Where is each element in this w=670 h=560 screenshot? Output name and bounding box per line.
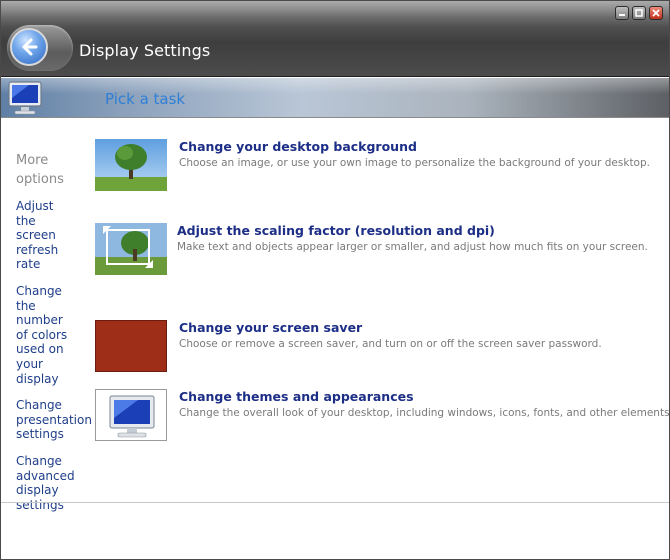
monitor-icon bbox=[8, 81, 42, 115]
presentation-settings-link[interactable]: Change presentation settings bbox=[16, 398, 94, 442]
task-title[interactable]: Adjust the scaling factor (resolution an… bbox=[177, 223, 495, 238]
back-button[interactable] bbox=[10, 28, 48, 66]
monitor-thumbnail bbox=[95, 389, 167, 441]
task-desktop-background[interactable]: Change your desktop background Choose an… bbox=[95, 139, 655, 195]
back-arrow-icon bbox=[22, 38, 38, 56]
task-description: Make text and objects appear larger or s… bbox=[177, 241, 648, 253]
window-title: Display Settings bbox=[79, 41, 211, 60]
task-themes-appearances[interactable]: Change themes and appearances Change the… bbox=[95, 389, 669, 445]
close-button[interactable] bbox=[649, 6, 663, 20]
title-bar: Display Settings bbox=[1, 1, 669, 77]
display-settings-window: Display Settings Pick a task More option… bbox=[0, 0, 670, 560]
screensaver-thumbnail bbox=[95, 320, 167, 372]
refresh-rate-link[interactable]: Adjust the screen refresh rate bbox=[16, 199, 58, 272]
task-title[interactable]: Change your desktop background bbox=[179, 139, 417, 154]
bottom-divider bbox=[1, 502, 669, 503]
more-options-heading: More options bbox=[16, 153, 64, 187]
task-description: Choose or remove a screen saver, and tur… bbox=[179, 338, 602, 350]
close-icon bbox=[652, 9, 660, 17]
task-scaling-factor[interactable]: Adjust the scaling factor (resolution an… bbox=[95, 223, 655, 279]
color-depth-link[interactable]: Change the number of colors used on your… bbox=[16, 284, 68, 386]
task-band bbox=[1, 78, 669, 118]
task-title[interactable]: Change themes and appearances bbox=[179, 389, 414, 404]
maximize-button[interactable] bbox=[632, 6, 646, 20]
task-description: Choose an image, or use your own image t… bbox=[179, 157, 650, 169]
pick-a-task-heading: Pick a task bbox=[105, 90, 186, 108]
maximize-icon bbox=[635, 9, 643, 17]
task-title[interactable]: Change your screen saver bbox=[179, 320, 362, 335]
minimize-button[interactable] bbox=[615, 6, 629, 20]
task-screen-saver[interactable]: Change your screen saver Choose or remov… bbox=[95, 320, 655, 376]
advanced-display-settings-link[interactable]: Change advanced display settings bbox=[16, 454, 76, 512]
minimize-icon bbox=[619, 14, 625, 16]
more-options-sidebar: More options Adjust the screen refresh r… bbox=[16, 151, 94, 524]
scaling-thumbnail bbox=[95, 223, 167, 275]
tree-landscape-thumbnail bbox=[95, 139, 167, 191]
task-description: Change the overall look of your desktop,… bbox=[179, 407, 670, 419]
window-controls bbox=[615, 6, 663, 20]
